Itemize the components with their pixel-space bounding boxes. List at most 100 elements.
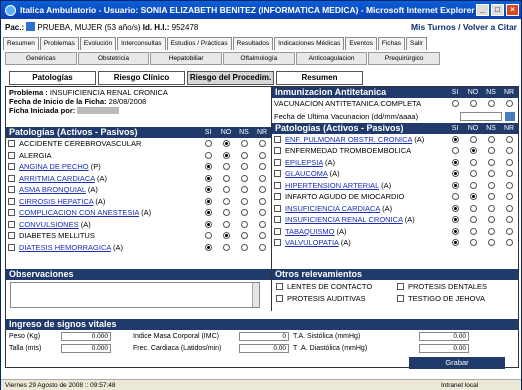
radio-ns[interactable] [240,209,248,217]
ficha-tab-3[interactable]: Oftalmología [223,52,295,65]
sub-tab-1[interactable]: Riesgo Clínico [98,71,185,85]
radio-si[interactable] [204,140,212,148]
radio-si[interactable] [451,216,459,224]
radio-no[interactable] [222,232,230,240]
radio-no[interactable] [469,193,477,201]
radio-ns[interactable] [487,100,495,108]
tab-0[interactable]: Resumen [3,37,39,50]
fc-input[interactable]: 0.00 [239,343,289,353]
patologia-link[interactable]: CONVULSIONES [19,220,79,229]
checkbox[interactable] [274,216,281,224]
checkbox[interactable] [8,174,15,182]
radio-no[interactable] [469,216,477,224]
radio-si[interactable] [204,220,212,228]
ficha-tab-2[interactable]: Hepatobiliar [150,52,223,65]
radio-si[interactable] [204,197,212,205]
radio-ns[interactable] [240,197,248,205]
radio-nr[interactable] [258,243,266,251]
radio-no[interactable] [222,243,230,251]
patologia-link[interactable]: VALVULOPATIA [285,238,339,247]
radio-ns[interactable] [487,204,495,212]
radio-ns[interactable] [240,151,248,159]
tab-2[interactable]: Evolución [79,37,117,50]
radio-nr[interactable] [505,135,513,143]
turnos-link[interactable]: Mis Turnos / Volver a Citar [411,22,517,32]
radio-no[interactable] [222,220,230,228]
imc-input[interactable]: 0 [239,331,289,341]
peso-input[interactable]: 0.000 [61,331,111,341]
tab-5[interactable]: Resultados [232,37,274,50]
radio-ns[interactable] [487,216,495,224]
patologia-link[interactable]: GLAUCOMA [285,169,328,178]
radio-si[interactable] [451,227,459,235]
radio-ns[interactable] [487,135,495,143]
radio-si[interactable] [204,232,212,240]
radio-si[interactable] [204,163,212,171]
ficha-tab-4[interactable]: Anticoagulacion [295,52,368,65]
close-button[interactable]: × [506,4,519,16]
radio-no[interactable] [469,227,477,235]
radio-nr[interactable] [258,209,266,217]
checkbox[interactable] [274,181,281,189]
radio-ns[interactable] [487,147,495,155]
checkbox[interactable] [8,232,15,240]
maximize-button[interactable]: □ [491,4,504,16]
radio-si[interactable] [204,151,212,159]
radio-ns[interactable] [487,158,495,166]
radio-no[interactable] [222,140,230,148]
checkbox[interactable] [274,239,281,247]
radio-nr[interactable] [505,193,513,201]
ficha-tab-5[interactable]: Prequirúrgico [368,52,441,65]
radio-si[interactable] [204,209,212,217]
radio-nr[interactable] [258,220,266,228]
patologia-link[interactable]: DIATESIS HEMORRAGICA [19,243,111,252]
tab-6[interactable]: Indicaciones Médicas [274,37,345,50]
radio-si[interactable] [451,135,459,143]
ficha-tab-1[interactable]: Obstetricia [77,52,150,65]
patologia-link[interactable]: ENF. PULMONAR OBSTR. CRONICA [285,135,412,144]
radio-ns[interactable] [240,174,248,182]
sub-tab-0[interactable]: Patologías [9,71,96,85]
tas-input[interactable]: 0.00 [419,331,469,341]
minimize-button[interactable]: _ [476,4,489,16]
checkbox[interactable] [8,163,15,171]
radio-nr[interactable] [505,181,513,189]
grabar-button[interactable]: Grabar [409,357,505,369]
tab-4[interactable]: Estudios / Prácticas [166,37,232,50]
checkbox[interactable] [8,186,15,194]
checkbox[interactable] [274,193,281,201]
radio-nr[interactable] [258,151,266,159]
radio-nr[interactable] [505,216,513,224]
fecha-vac-input[interactable] [460,111,502,121]
radio-si[interactable] [451,147,459,155]
radio-si[interactable] [204,243,212,251]
radio-si[interactable] [451,100,459,108]
checkbox[interactable] [397,294,404,302]
patologia-link[interactable]: CIRROSIS HEPATICA [19,197,93,206]
checkbox[interactable] [8,220,15,228]
radio-nr[interactable] [505,100,513,108]
talla-input[interactable]: 0.000 [61,343,111,353]
radio-si[interactable] [451,158,459,166]
radio-nr[interactable] [258,186,266,194]
radio-si[interactable] [451,193,459,201]
radio-si[interactable] [451,170,459,178]
radio-ns[interactable] [240,163,248,171]
radio-si[interactable] [451,181,459,189]
radio-no[interactable] [222,151,230,159]
radio-ns[interactable] [487,193,495,201]
radio-no[interactable] [469,100,477,108]
patologia-link[interactable]: INSUFICIENCIA CARDIACA [285,204,380,213]
observaciones-textarea[interactable] [10,282,260,308]
radio-nr[interactable] [505,170,513,178]
tab-1[interactable]: Problemas [39,37,79,50]
radio-no[interactable] [469,170,477,178]
patologia-link[interactable]: TABAQUISMO [285,227,334,236]
radio-no[interactable] [469,181,477,189]
radio-nr[interactable] [505,239,513,247]
checkbox[interactable] [397,282,404,290]
radio-no[interactable] [222,197,230,205]
radio-no[interactable] [469,135,477,143]
checkbox[interactable] [274,227,281,235]
patologia-link[interactable]: COMPLICACION CON ANESTESIA [19,208,139,217]
